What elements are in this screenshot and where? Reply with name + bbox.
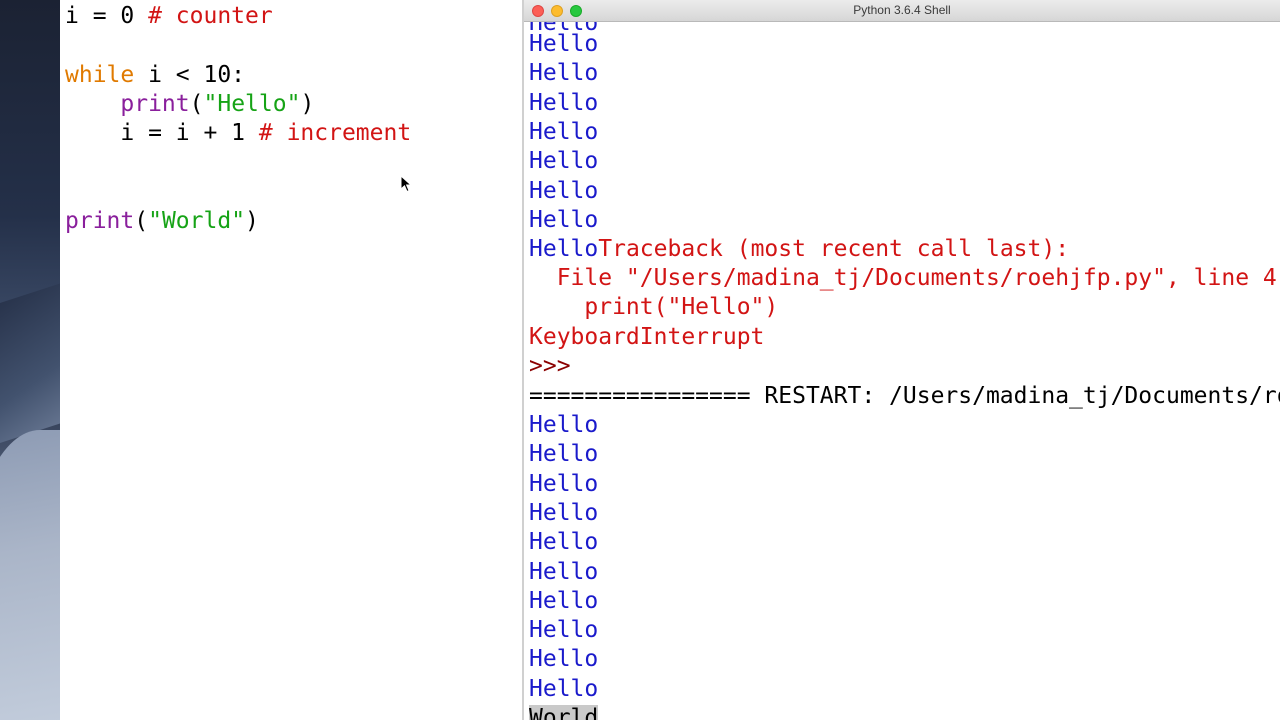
- output-line: Hello: [529, 558, 599, 585]
- code-line-1: i = 0 # counter: [65, 2, 273, 31]
- code-text: i < 10:: [134, 62, 246, 88]
- selected-output-world: World: [529, 705, 599, 720]
- paren-open: (: [189, 91, 204, 117]
- output-line: Hello: [529, 646, 599, 673]
- shell-prompt: >>>: [529, 353, 571, 379]
- shell-output[interactable]: Hello Hello Hello Hello Hello Hello Hello Hell…: [524, 22, 1280, 720]
- desert-dune: [0, 430, 60, 720]
- code-comment: # increment: [258, 120, 412, 146]
- output-line: Hello: [529, 617, 599, 644]
- output-line: HelloTraceback (most recent call last):: [529, 235, 1069, 264]
- code-line-3: print("Hello"): [65, 90, 314, 119]
- string-literal: "World": [148, 208, 246, 234]
- window-title: Python 3.6.4 Shell: [853, 3, 951, 17]
- output-line: World: [529, 704, 599, 720]
- output-line: Hello: [529, 31, 599, 57]
- output-line: Hello: [529, 470, 599, 497]
- desktop-background: [0, 0, 60, 720]
- output-line: Hello: [529, 148, 599, 175]
- output-line: Hello: [529, 177, 599, 204]
- code-line-2: while i < 10:: [65, 61, 245, 90]
- string-literal: "Hello": [203, 91, 301, 117]
- window-titlebar[interactable]: Python 3.6.4 Shell: [524, 0, 1280, 22]
- paren-open: (: [134, 208, 149, 234]
- output-line: Hello: [529, 60, 599, 87]
- builtin-print: print: [120, 91, 190, 117]
- restart-banner: ================ RESTART: /Users/madina_…: [529, 383, 1280, 409]
- code-text: i = i + 1: [65, 120, 259, 146]
- mouse-pointer-icon: [400, 175, 413, 193]
- output-line: Hello: [529, 206, 599, 233]
- traceback-code-line: print("Hello"): [529, 294, 779, 320]
- output-line: Hello: [529, 412, 599, 438]
- code-line-5: print("World"): [65, 207, 259, 236]
- traceback-text: Traceback (most recent call last):: [598, 236, 1070, 262]
- output-line: Hello: [529, 529, 599, 556]
- output-line: Hello: [529, 118, 599, 145]
- traceback-file-line: File "/Users/madina_tj/Documents/roehjfp…: [529, 265, 1280, 291]
- keyboard-interrupt-line: KeyboardInterrupt: [529, 324, 765, 350]
- keyword-while: while: [65, 62, 135, 88]
- output-line: Hello: [529, 441, 599, 468]
- code-line-4: i = i + 1 # increment: [65, 119, 411, 148]
- code-comment: # counter: [148, 3, 273, 29]
- paren-close: ): [300, 91, 315, 117]
- code-editor[interactable]: i = 0 # counter while i < 10: print("Hel…: [60, 0, 522, 720]
- output-line: Hello: [529, 675, 599, 702]
- code-text: i = 0: [65, 3, 149, 29]
- builtin-print: print: [65, 208, 135, 234]
- output-line: Hello: [529, 587, 599, 614]
- output-line: Hello: [529, 89, 599, 116]
- paren-close: ): [245, 208, 259, 234]
- python-shell-window[interactable]: Python 3.6.4 Shell Hello Hello Hello Hello…: [522, 0, 1280, 720]
- mountain-ridge: [0, 270, 60, 450]
- output-line: Hello: [529, 499, 599, 526]
- stdout-text: Hello: [529, 236, 599, 262]
